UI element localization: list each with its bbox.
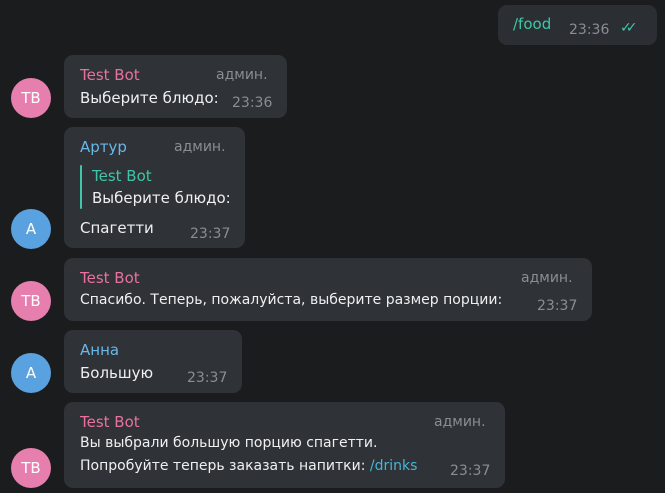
outgoing-message-bubble[interactable]: /food 23:36 ✓✓ [498, 5, 657, 45]
message-text-line: Вы выбрали большую порцию спагетти. [80, 435, 378, 451]
message-time: 23:37 [187, 370, 228, 386]
message-text: Спагетти [80, 219, 154, 237]
avatar[interactable]: А [11, 353, 51, 393]
sender-name[interactable]: Test Bot [80, 413, 140, 431]
reply-quote-bar [80, 165, 82, 209]
avatar[interactable]: TB [11, 448, 51, 488]
incoming-message-bubble[interactable]: Test Bot админ. Выберите блюдо: 23:36 [64, 55, 287, 118]
sender-name[interactable]: Test Bot [80, 269, 140, 287]
admin-badge: админ. [174, 139, 226, 155]
admin-badge: админ. [216, 67, 268, 83]
message-time: 23:36 [569, 22, 610, 38]
message-time: 23:37 [190, 226, 231, 242]
admin-badge: админ. [434, 414, 486, 430]
message-text: Большую [80, 364, 154, 382]
message-text-prefix: Попробуйте теперь заказать напитки: [80, 458, 370, 474]
incoming-message-bubble[interactable]: Test Bot админ. Вы выбрали большую порци… [64, 402, 505, 488]
reply-text[interactable]: Выберите блюдо: [92, 189, 231, 207]
sender-name[interactable]: Артур [80, 138, 127, 156]
admin-badge: админ. [521, 270, 573, 286]
sender-name[interactable]: Анна [80, 341, 119, 359]
avatar[interactable]: TB [11, 78, 51, 118]
command-link[interactable]: /drinks [370, 458, 418, 474]
message-text: Выберите блюдо: [80, 89, 219, 107]
incoming-message-bubble[interactable]: Анна Большую 23:37 [64, 330, 242, 393]
message-text: /food [513, 15, 552, 33]
incoming-message-bubble[interactable]: Test Bot админ. Спасибо. Теперь, пожалуй… [64, 258, 592, 321]
double-check-icon: ✓✓ [620, 20, 638, 36]
message-time: 23:37 [450, 463, 491, 479]
avatar[interactable]: TB [11, 281, 51, 321]
message-time: 23:37 [537, 298, 578, 314]
reply-sender-name[interactable]: Test Bot [92, 167, 152, 185]
message-time: 23:36 [232, 95, 273, 111]
message-text-line: Попробуйте теперь заказать напитки: /dri… [80, 458, 417, 474]
avatar[interactable]: А [11, 209, 51, 249]
message-text: Спасибо. Теперь, пожалуйста, выберите ра… [80, 292, 503, 308]
sender-name[interactable]: Test Bot [80, 66, 140, 84]
incoming-message-bubble[interactable]: Артур админ. Test Bot Выберите блюдо: Сп… [64, 127, 245, 248]
